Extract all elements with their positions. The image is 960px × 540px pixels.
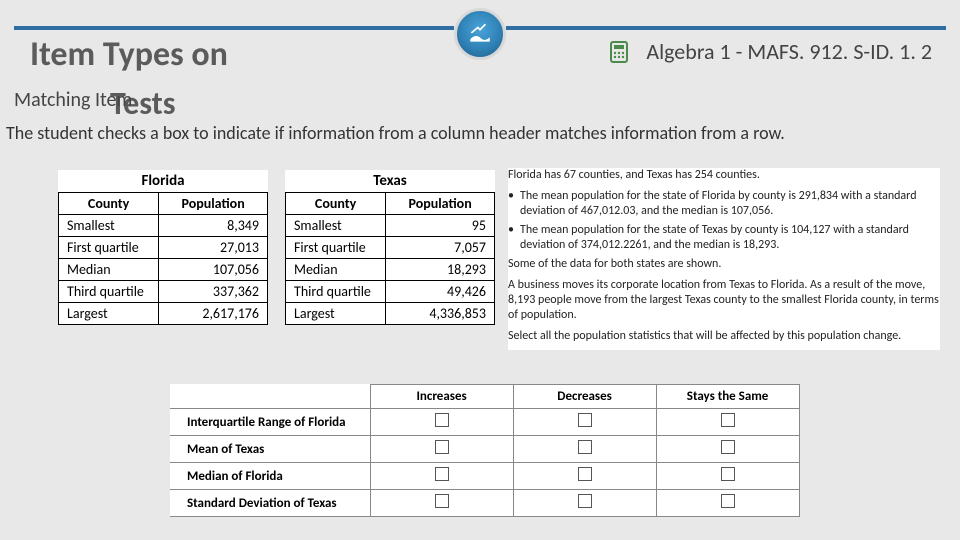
table-row: Largest2,617,176 [59, 303, 268, 325]
florida-data-table: Florida County Population Smallest8,349F… [58, 170, 268, 325]
checkbox[interactable] [435, 494, 449, 508]
texas-col-population: Population [386, 193, 495, 215]
checkbox[interactable] [578, 494, 592, 508]
divider-right [506, 26, 946, 30]
match-row-label: Mean of Texas [171, 436, 371, 463]
standard-code: Algebra 1 - MAFS. 912. S-ID. 1. 2 [646, 38, 932, 65]
table-row: Largest4,336,853 [286, 303, 495, 325]
match-col-stays: Stays the Same [656, 385, 799, 409]
match-cell [656, 436, 799, 463]
explanation-block: Florida has 67 counties, and Texas has 2… [508, 168, 940, 350]
row-label: Largest [59, 303, 159, 325]
match-row: Standard Deviation of Texas [171, 490, 800, 517]
match-cell [513, 409, 656, 436]
explain-bullet2: The mean population for the state of Tex… [520, 223, 940, 253]
row-label: Third quartile [286, 281, 386, 303]
table-row: Median107,056 [59, 259, 268, 281]
checkbox[interactable] [578, 467, 592, 481]
checkbox[interactable] [578, 440, 592, 454]
bullet-icon: • [508, 189, 514, 219]
divider-left [14, 26, 454, 30]
row-label: Smallest [59, 215, 159, 237]
table-row: First quartile27,013 [59, 237, 268, 259]
page-title-line1: Item Types on [30, 34, 228, 75]
match-empty-cell [171, 385, 371, 409]
match-cell [513, 436, 656, 463]
row-label: Third quartile [59, 281, 159, 303]
match-col-decreases: Decreases [513, 385, 656, 409]
item-type-subtitle: Matching Item [14, 88, 132, 112]
match-cell [656, 490, 799, 517]
florida-title: Florida [59, 170, 268, 193]
match-cell [370, 436, 513, 463]
checkbox[interactable] [721, 494, 735, 508]
row-value: 7,057 [386, 237, 495, 259]
row-value: 18,293 [386, 259, 495, 281]
row-value: 49,426 [386, 281, 495, 303]
match-row-label: Standard Deviation of Texas [171, 490, 371, 517]
district-logo-icon [454, 8, 506, 60]
florida-col-county: County [59, 193, 159, 215]
table-row: Third quartile49,426 [286, 281, 495, 303]
checkbox[interactable] [578, 413, 592, 427]
match-cell [513, 463, 656, 490]
checkbox[interactable] [435, 467, 449, 481]
instruction-text: The student checks a box to indicate if … [6, 123, 950, 145]
row-value: 337,362 [159, 281, 268, 303]
explain-select: Select all the population statistics tha… [508, 329, 940, 344]
match-row: Mean of Texas [171, 436, 800, 463]
row-label: Largest [286, 303, 386, 325]
matching-grid: Increases Decreases Stays the Same Inter… [170, 384, 800, 517]
row-label: Median [59, 259, 159, 281]
match-row-label: Interquartile Range of Florida [171, 409, 371, 436]
checkbox[interactable] [721, 467, 735, 481]
checkbox[interactable] [435, 440, 449, 454]
row-value: 107,056 [159, 259, 268, 281]
match-row-label: Median of Florida [171, 463, 371, 490]
row-value: 2,617,176 [159, 303, 268, 325]
row-value: 95 [386, 215, 495, 237]
table-row: First quartile7,057 [286, 237, 495, 259]
texas-title: Texas [286, 170, 495, 193]
florida-col-population: Population [159, 193, 268, 215]
match-cell [513, 490, 656, 517]
row-value: 8,349 [159, 215, 268, 237]
explain-bullet1: The mean population for the state of Flo… [520, 189, 940, 219]
row-label: First quartile [286, 237, 386, 259]
match-cell [656, 463, 799, 490]
explain-shown: Some of the data for both states are sho… [508, 257, 940, 272]
explain-move: A business moves its corporate location … [508, 278, 940, 323]
table-row: Smallest8,349 [59, 215, 268, 237]
table-row: Median18,293 [286, 259, 495, 281]
calculator-icon [606, 39, 632, 65]
checkbox[interactable] [435, 413, 449, 427]
match-cell [370, 490, 513, 517]
table-row: Third quartile337,362 [59, 281, 268, 303]
checkbox[interactable] [721, 413, 735, 427]
bullet-icon: • [508, 223, 514, 253]
match-cell [370, 463, 513, 490]
checkbox[interactable] [721, 440, 735, 454]
explain-intro: Florida has 67 counties, and Texas has 2… [508, 168, 940, 183]
match-col-increases: Increases [370, 385, 513, 409]
match-cell [370, 409, 513, 436]
match-row: Median of Florida [171, 463, 800, 490]
match-cell [656, 409, 799, 436]
texas-data-table: Texas County Population Smallest95First … [285, 170, 495, 325]
row-label: Median [286, 259, 386, 281]
texas-col-county: County [286, 193, 386, 215]
row-value: 27,013 [159, 237, 268, 259]
row-label: Smallest [286, 215, 386, 237]
row-value: 4,336,853 [386, 303, 495, 325]
table-row: Smallest95 [286, 215, 495, 237]
match-row: Interquartile Range of Florida [171, 409, 800, 436]
row-label: First quartile [59, 237, 159, 259]
